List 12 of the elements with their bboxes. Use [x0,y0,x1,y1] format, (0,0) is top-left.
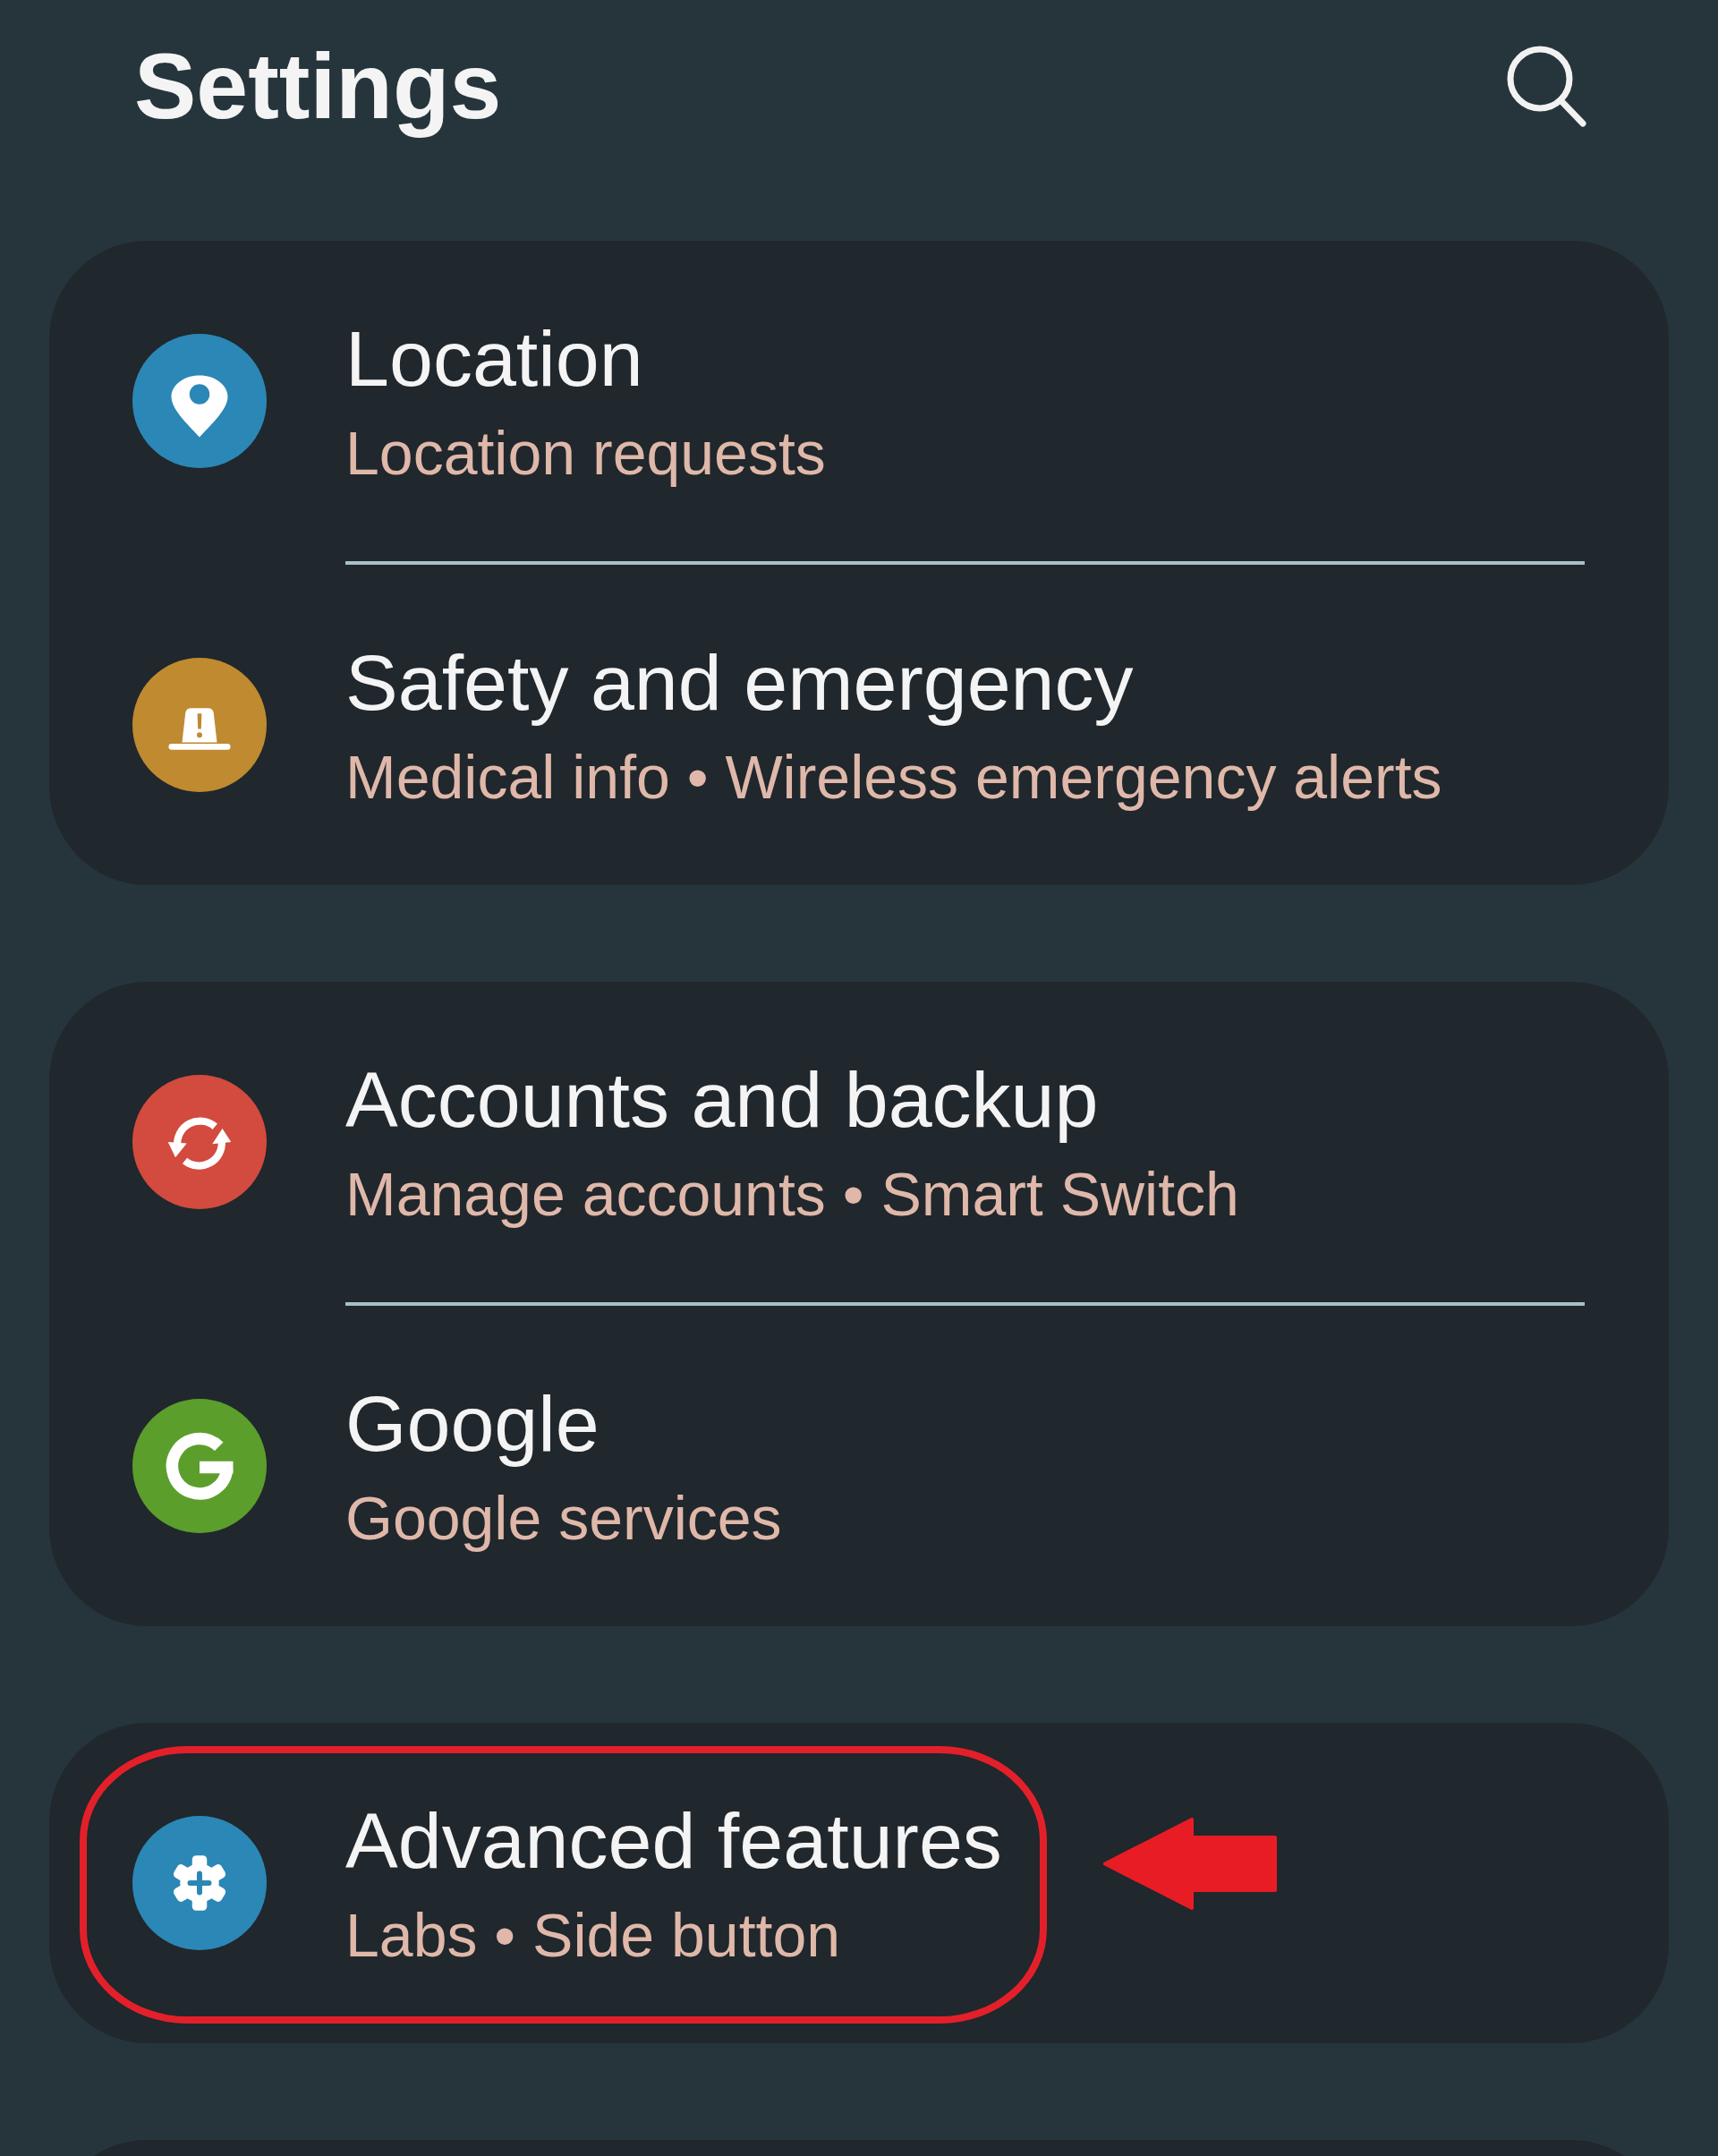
item-subtitle: Labs • Side button [345,1899,841,1971]
item-title[interactable]: Safety and emergency [345,637,1134,728]
search-icon[interactable] [1505,44,1587,128]
page-title: Settings [134,32,502,140]
item-title[interactable]: Accounts and backup [345,1054,1099,1145]
item-title[interactable]: Google [345,1378,600,1469]
item-subtitle: Medical info • Wireless emergency alerts [345,741,1442,813]
item-title[interactable]: Location [345,313,643,404]
item-title[interactable]: Advanced features [345,1795,1002,1886]
item-subtitle: Location requests [345,417,826,489]
item-subtitle: Manage accounts • Smart Switch [345,1158,1239,1230]
item-subtitle: Google services [345,1482,782,1554]
